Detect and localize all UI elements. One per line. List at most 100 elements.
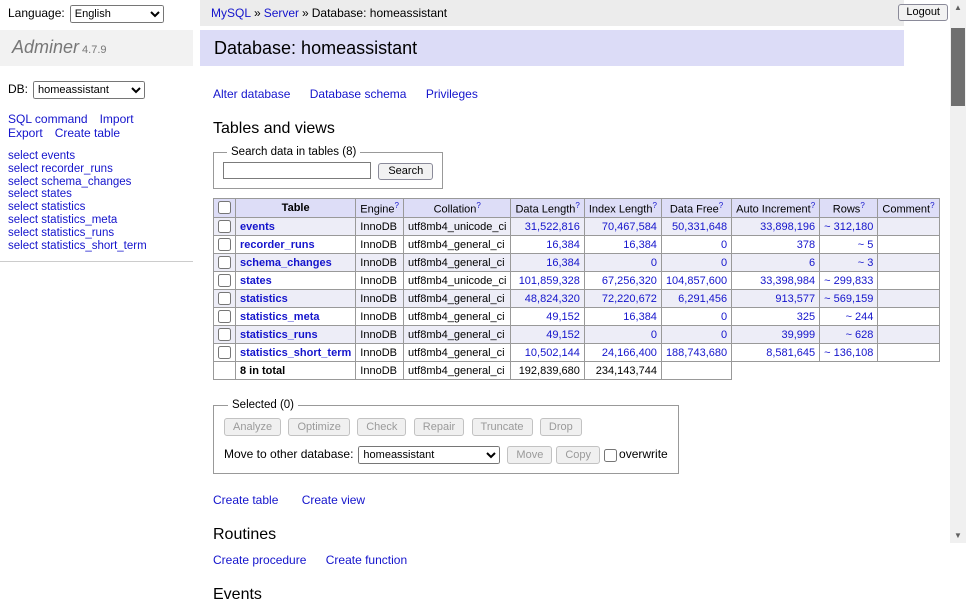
row-checkbox[interactable] — [218, 274, 231, 287]
rows-count-link[interactable]: ~ 312,180 — [824, 221, 873, 233]
rows-count-link[interactable]: ~ 569,159 — [824, 293, 873, 305]
search-input[interactable] — [223, 162, 371, 179]
row-checkbox[interactable] — [218, 346, 231, 359]
auto-increment-value[interactable]: 33,398,984 — [760, 275, 815, 287]
scroll-down-icon[interactable]: ▼ — [950, 528, 966, 543]
data-free-value[interactable]: 0 — [721, 329, 727, 341]
data-length-value[interactable]: 49,152 — [546, 329, 580, 341]
engine-help-link[interactable]: ? — [395, 201, 399, 210]
search-button[interactable]: Search — [378, 163, 433, 180]
index-length-value[interactable]: 16,384 — [623, 239, 657, 251]
index-length-help-link[interactable]: ? — [652, 201, 656, 210]
breadcrumb-server-link[interactable]: Server — [264, 6, 299, 20]
repair-button[interactable]: Repair — [414, 418, 464, 436]
data-free-value[interactable]: 188,743,680 — [666, 347, 727, 359]
rows-count-link[interactable]: ~ 136,108 — [824, 347, 873, 359]
auto-increment-value[interactable]: 6 — [809, 257, 815, 269]
sidebar-item-select-statistics-runs[interactable]: select statistics_runs — [8, 227, 193, 240]
index-length-value[interactable]: 72,220,672 — [602, 293, 657, 305]
row-checkbox[interactable] — [218, 238, 231, 251]
table-name-link[interactable]: schema_changes — [240, 257, 332, 269]
data-free-value[interactable]: 0 — [721, 311, 727, 323]
data-free-value[interactable]: 50,331,648 — [672, 221, 727, 233]
data-free-help-link[interactable]: ? — [719, 201, 723, 210]
drop-button[interactable]: Drop — [540, 418, 582, 436]
truncate-button[interactable]: Truncate — [472, 418, 533, 436]
data-free-value[interactable]: 6,291,456 — [678, 293, 727, 305]
db-select[interactable]: homeassistant — [33, 81, 145, 99]
sidebar-item-select-statistics[interactable]: select statistics — [8, 201, 193, 214]
create-view-link[interactable]: Create view — [302, 493, 365, 507]
create-table-link[interactable]: Create table — [213, 493, 278, 507]
table-name-link[interactable]: statistics_short_term — [240, 347, 351, 359]
index-length-value[interactable]: 67,256,320 — [602, 275, 657, 287]
optimize-button[interactable]: Optimize — [288, 418, 349, 436]
alter-database-link[interactable]: Alter database — [213, 87, 290, 101]
rows-count-link[interactable]: ~ 5 — [858, 239, 874, 251]
index-length-value[interactable]: 0 — [651, 257, 657, 269]
database-schema-link[interactable]: Database schema — [310, 87, 407, 101]
auto-increment-value[interactable]: 325 — [797, 311, 815, 323]
collation-help-link[interactable]: ? — [476, 201, 480, 210]
row-checkbox[interactable] — [218, 292, 231, 305]
data-length-value[interactable]: 16,384 — [546, 257, 580, 269]
rows-count-link[interactable]: ~ 244 — [846, 311, 874, 323]
data-free-value[interactable]: 0 — [721, 239, 727, 251]
data-length-value[interactable]: 49,152 — [546, 311, 580, 323]
sidebar-export-link[interactable]: Export — [8, 126, 43, 140]
data-length-value[interactable]: 16,384 — [546, 239, 580, 251]
privileges-link[interactable]: Privileges — [426, 87, 478, 101]
data-length-help-link[interactable]: ? — [575, 201, 579, 210]
analyze-button[interactable]: Analyze — [224, 418, 281, 436]
sidebar-item-select-statistics-meta[interactable]: select statistics_meta — [8, 214, 193, 227]
create-function-link[interactable]: Create function — [326, 553, 407, 567]
scroll-up-icon[interactable]: ▲ — [950, 0, 966, 15]
table-name-link[interactable]: events — [240, 221, 275, 233]
index-length-value[interactable]: 16,384 — [623, 311, 657, 323]
table-name-link[interactable]: states — [240, 275, 272, 287]
row-checkbox[interactable] — [218, 310, 231, 323]
move-button[interactable]: Move — [507, 446, 552, 464]
select-all-checkbox[interactable] — [218, 201, 231, 214]
move-database-select[interactable]: homeassistant — [358, 446, 500, 464]
index-length-value[interactable]: 24,166,400 — [602, 347, 657, 359]
data-length-value[interactable]: 10,502,144 — [525, 347, 580, 359]
sidebar-create-table-link[interactable]: Create table — [55, 126, 120, 140]
rows-count-link[interactable]: ~ 628 — [846, 329, 874, 341]
data-free-value[interactable]: 0 — [721, 257, 727, 269]
auto-increment-value[interactable]: 8,581,645 — [766, 347, 815, 359]
data-length-value[interactable]: 101,859,328 — [519, 275, 580, 287]
sidebar-item-select-events[interactable]: select events — [8, 150, 193, 163]
table-name-link[interactable]: statistics_runs — [240, 329, 318, 341]
auto-increment-value[interactable]: 378 — [797, 239, 815, 251]
check-button[interactable]: Check — [357, 418, 406, 436]
rows-help-link[interactable]: ? — [860, 201, 864, 210]
row-checkbox[interactable] — [218, 256, 231, 269]
sidebar-import-link[interactable]: Import — [100, 112, 134, 126]
sidebar-sql-command-link[interactable]: SQL command — [8, 112, 88, 126]
data-free-value[interactable]: 104,857,600 — [666, 275, 727, 287]
copy-button[interactable]: Copy — [556, 446, 600, 464]
sidebar-item-select-statistics-short-term[interactable]: select statistics_short_term — [8, 240, 193, 253]
row-checkbox[interactable] — [218, 328, 231, 341]
sidebar-item-select-recorder-runs[interactable]: select recorder_runs — [8, 163, 193, 176]
rows-count-link[interactable]: ~ 299,833 — [824, 275, 873, 287]
adminer-version-link[interactable]: 4.7.9 — [82, 44, 106, 56]
scrollbar-thumb[interactable] — [951, 28, 965, 106]
create-procedure-link[interactable]: Create procedure — [213, 553, 306, 567]
sidebar-item-select-states[interactable]: select states — [8, 188, 193, 201]
table-name-link[interactable]: statistics_meta — [240, 311, 320, 323]
adminer-logo-link[interactable]: Adminer — [12, 37, 79, 57]
table-name-link[interactable]: recorder_runs — [240, 239, 315, 251]
index-length-value[interactable]: 0 — [651, 329, 657, 341]
data-length-value[interactable]: 48,824,320 — [525, 293, 580, 305]
overwrite-checkbox[interactable] — [604, 449, 617, 462]
rows-count-link[interactable]: ~ 3 — [858, 257, 874, 269]
auto-increment-value[interactable]: 33,898,196 — [760, 221, 815, 233]
data-length-value[interactable]: 31,522,816 — [525, 221, 580, 233]
comment-help-link[interactable]: ? — [930, 201, 934, 210]
row-checkbox[interactable] — [218, 220, 231, 233]
auto-increment-value[interactable]: 39,999 — [782, 329, 816, 341]
auto-increment-help-link[interactable]: ? — [811, 201, 815, 210]
vertical-scrollbar[interactable]: ▲ ▼ — [950, 0, 966, 543]
